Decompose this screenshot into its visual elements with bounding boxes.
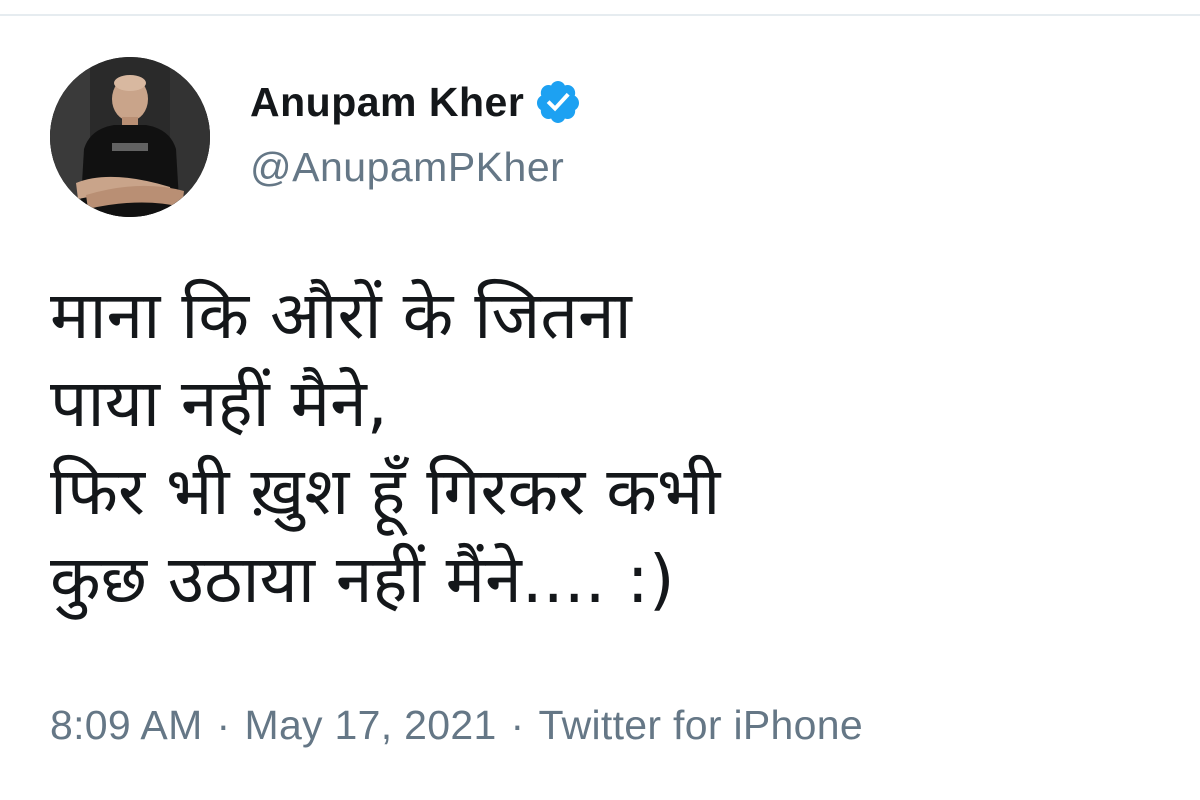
meta-separator: · — [216, 702, 231, 748]
tweet-text-line: कुछ उठाया नहीं मैंने.... :) — [50, 541, 675, 618]
author-avatar[interactable] — [50, 57, 210, 217]
tweet-source[interactable]: Twitter for iPhone — [539, 702, 863, 748]
meta-separator: · — [510, 702, 525, 748]
avatar-photo — [50, 57, 210, 217]
tweet-text-line: फिर भी ख़ुश हूँ गिरकर कभी — [50, 453, 721, 530]
author-name-row: Anupam Kher — [250, 74, 582, 130]
tweet-metadata: 8:09 AM · May 17, 2021 · Twitter for iPhone — [50, 702, 863, 749]
author-handle[interactable]: @AnupamPKher — [250, 144, 582, 191]
tweet-text: माना कि औरों के जितना पाया नहीं मैने, फि… — [50, 272, 1170, 624]
tweet-text-line: माना कि औरों के जितना — [50, 277, 632, 354]
tweet-text-line: पाया नहीं मैने, — [50, 365, 388, 442]
tweet-card: Anupam Kher @AnupamPKher माना कि औरों के… — [0, 0, 1200, 800]
tweet-timestamp-time[interactable]: 8:09 AM — [50, 702, 203, 748]
author-display-name[interactable]: Anupam Kher — [250, 79, 524, 126]
author-block: Anupam Kher @AnupamPKher — [250, 74, 582, 191]
tweet-timestamp-date[interactable]: May 17, 2021 — [245, 702, 497, 748]
verified-badge-icon — [534, 78, 582, 126]
